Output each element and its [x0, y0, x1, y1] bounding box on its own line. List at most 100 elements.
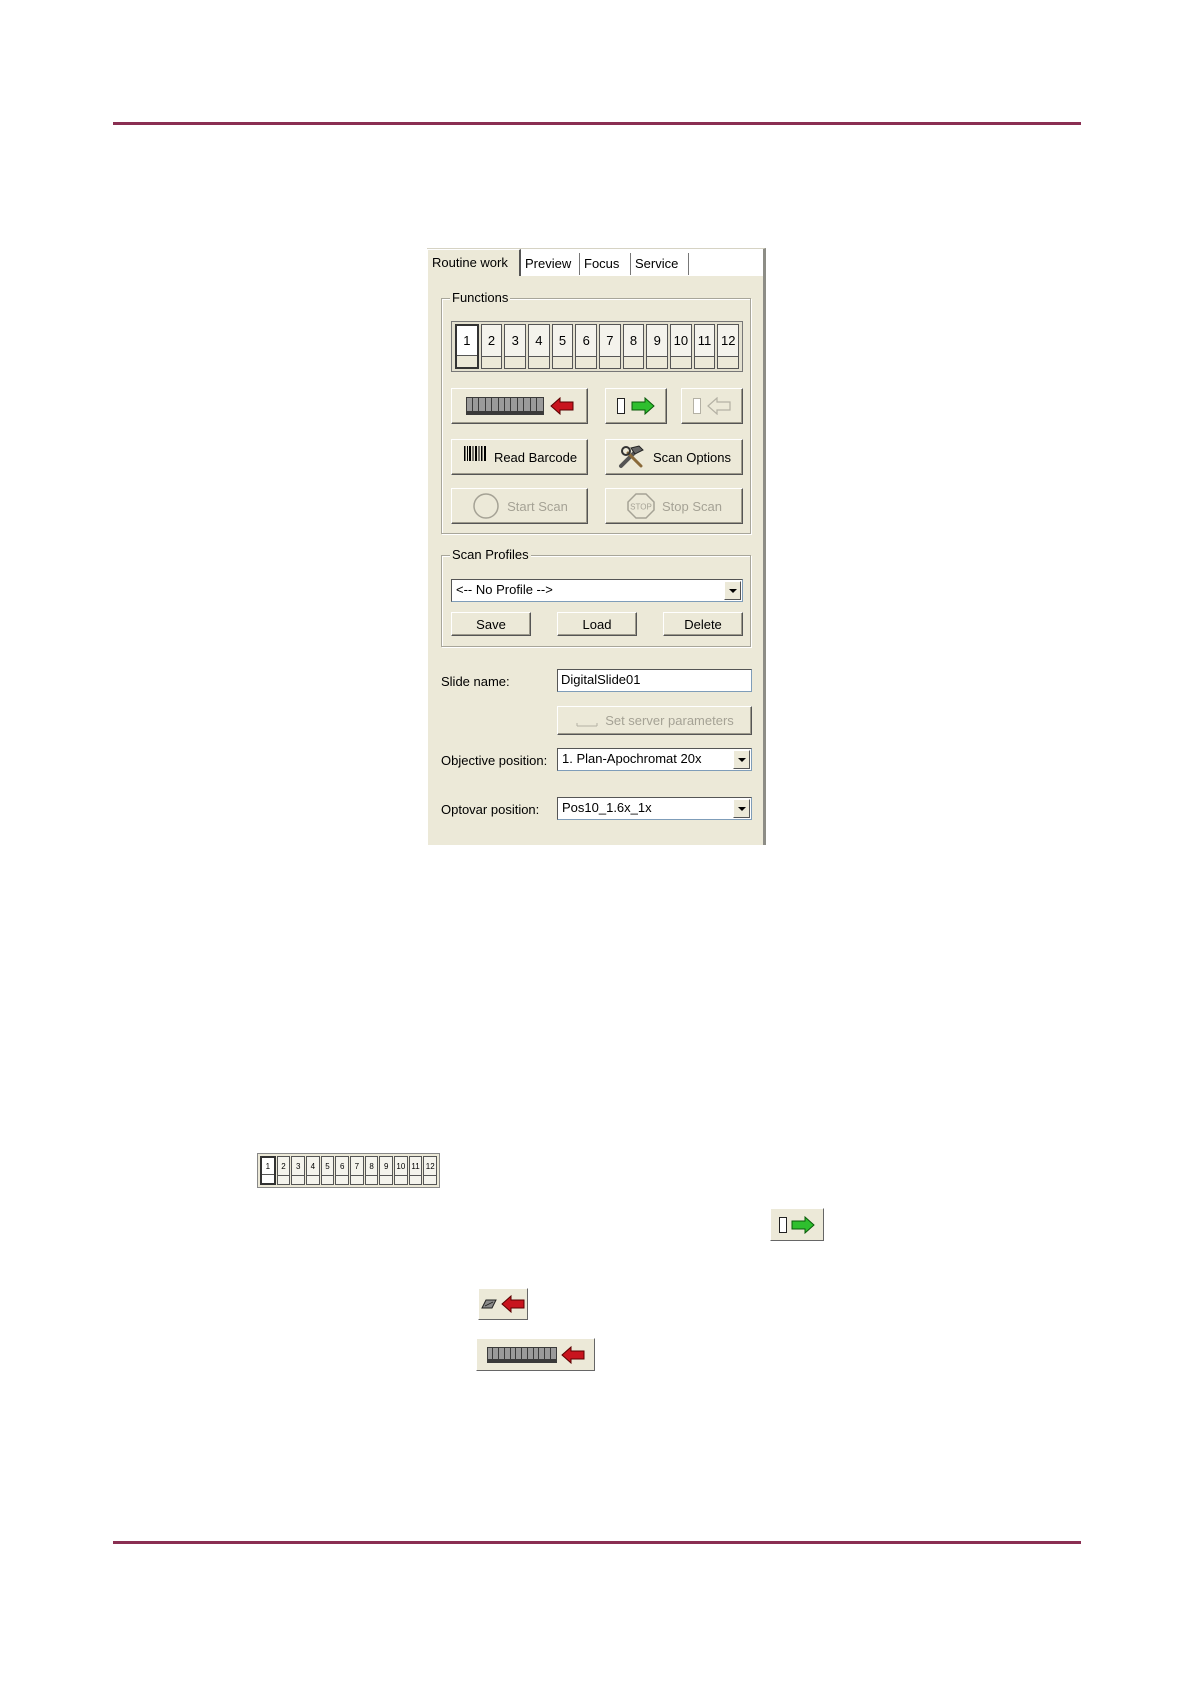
server-icon [576, 722, 598, 726]
functions-group: Functions 1 2 3 4 5 6 7 8 9 10 11 12 Rea… [441, 290, 751, 534]
mini-slot-3: 3 [291, 1156, 306, 1185]
objective-position-select[interactable]: 1. Plan-Apochromat 20x [557, 748, 752, 771]
mini-slot-11: 11 [408, 1156, 423, 1185]
stop-scan-button[interactable]: STOP Stop Scan [605, 488, 743, 524]
magazine-icon [465, 397, 544, 415]
save-profile-button[interactable]: Save [451, 612, 531, 636]
slot-number: 10 [395, 1157, 407, 1176]
tab-routine-work[interactable]: Routine work [427, 249, 521, 276]
slot-number: 1 [457, 326, 477, 356]
scan-options-button[interactable]: Scan Options [605, 439, 743, 475]
slot-number: 2 [481, 325, 502, 357]
tab-preview[interactable]: Preview [521, 253, 580, 275]
unload-slide-button[interactable] [681, 388, 743, 424]
slot-number: 7 [600, 325, 620, 357]
slot-button-2[interactable]: 2 [480, 324, 503, 369]
slot-number: 3 [292, 1157, 305, 1176]
slot-button-7[interactable]: 7 [599, 324, 621, 369]
slot-button-4[interactable]: 4 [528, 324, 550, 369]
chevron-down-icon[interactable] [733, 750, 750, 769]
slide-name-label: Slide name: [441, 674, 510, 689]
optovar-position-select[interactable]: Pos10_1.6x_1x [557, 797, 752, 820]
mini-slot-6: 6 [335, 1156, 350, 1185]
objective-position-value: 1. Plan-Apochromat 20x [562, 751, 702, 766]
mini-slot-2: 2 [276, 1156, 291, 1185]
slot-number: 8 [365, 1157, 378, 1176]
mini-slot-8: 8 [364, 1156, 379, 1185]
load-slide-icon-illustration [770, 1208, 824, 1241]
profile-select[interactable]: <-- No Profile --> [451, 579, 743, 602]
mini-slot-12: 12 [423, 1156, 438, 1185]
scan-profiles-legend: Scan Profiles [450, 547, 531, 563]
objective-position-label: Objective position: [441, 753, 548, 768]
slot-number: 4 [529, 325, 549, 357]
slot-number: 2 [277, 1157, 290, 1176]
load-profile-button[interactable]: Load [557, 612, 637, 636]
start-circle-icon [473, 493, 499, 519]
slot-button-11[interactable]: 11 [693, 324, 716, 369]
tab-focus[interactable]: Focus [580, 253, 631, 275]
svg-text:STOP: STOP [630, 503, 652, 512]
slot-button-10[interactable]: 10 [670, 324, 692, 369]
tab-strip: Routine work Preview Focus Service [427, 249, 763, 276]
slot-button-5[interactable]: 5 [551, 324, 574, 369]
slot-number: 12 [718, 325, 739, 357]
unload-magazine-icon-illustration [476, 1338, 595, 1371]
slot-number: 7 [351, 1157, 363, 1176]
slot-button-1[interactable]: 1 [455, 324, 479, 369]
scan-options-label: Scan Options [652, 449, 732, 465]
slot-button-9[interactable]: 9 [646, 324, 669, 369]
red-arrow-left-icon [501, 1295, 525, 1313]
slide-name-input[interactable]: DigitalSlide01 [557, 669, 752, 692]
optovar-position-label: Optovar position: [441, 802, 540, 817]
slot-button-6[interactable]: 6 [575, 324, 598, 369]
delete-profile-button[interactable]: Delete [663, 612, 743, 636]
mini-slot-10: 10 [394, 1156, 408, 1185]
mini-slot-5: 5 [320, 1156, 335, 1185]
slot-button-8[interactable]: 8 [622, 324, 645, 369]
scan-control-dialog: Routine work Preview Focus Service Funct… [427, 248, 766, 845]
slot-number: 4 [307, 1157, 319, 1176]
slot-button-12[interactable]: 12 [717, 324, 740, 369]
stop-scan-label: Stop Scan [662, 498, 722, 514]
set-server-parameters-button[interactable]: Set server parameters [557, 706, 752, 735]
slot-number: 3 [505, 325, 526, 357]
tools-icon [618, 445, 644, 468]
mini-slot-1: 1 [260, 1156, 276, 1185]
red-arrow-left-icon [560, 1345, 584, 1364]
chevron-down-icon[interactable] [724, 581, 741, 600]
optovar-position-value: Pos10_1.6x_1x [562, 800, 652, 815]
green-arrow-right-icon [791, 1215, 815, 1234]
slot-number: 6 [336, 1157, 349, 1176]
slide-icon [779, 1216, 787, 1233]
slot-number: 5 [321, 1157, 334, 1176]
scan-profiles-group: Scan Profiles <-- No Profile --> Save Lo… [441, 547, 751, 647]
slot-selector: 1 2 3 4 5 6 7 8 9 10 11 12 [451, 321, 743, 372]
slide-icon [693, 398, 701, 414]
unload-slide-icon-illustration [478, 1288, 528, 1320]
tab-service[interactable]: Service [631, 253, 689, 275]
routine-work-panel: Functions 1 2 3 4 5 6 7 8 9 10 11 12 Rea… [427, 276, 763, 845]
functions-legend: Functions [450, 290, 511, 306]
mini-slot-7: 7 [350, 1156, 364, 1185]
slot-button-3[interactable]: 3 [504, 324, 527, 369]
slot-number: 12 [424, 1157, 437, 1176]
slot-number: 11 [694, 325, 715, 357]
slot-number: 8 [623, 325, 644, 357]
chevron-down-icon[interactable] [733, 799, 750, 818]
slot-number: 6 [576, 325, 597, 357]
unload-magazine-button[interactable] [451, 388, 588, 424]
disabled-arrow-left-icon [707, 397, 731, 415]
load-slide-button[interactable] [605, 388, 667, 424]
profile-select-value: <-- No Profile --> [456, 582, 553, 597]
footer-rule [113, 1541, 1081, 1544]
read-barcode-button[interactable]: Read Barcode [451, 439, 588, 475]
slot-number: 9 [380, 1157, 393, 1176]
magazine-icon [486, 1346, 557, 1363]
barcode-icon [463, 446, 486, 461]
start-scan-button[interactable]: Start Scan [451, 488, 588, 524]
tilted-slide-icon [481, 1299, 497, 1309]
red-arrow-left-icon [549, 397, 573, 415]
slot-number: 5 [552, 325, 573, 357]
start-scan-label: Start Scan [507, 498, 568, 514]
